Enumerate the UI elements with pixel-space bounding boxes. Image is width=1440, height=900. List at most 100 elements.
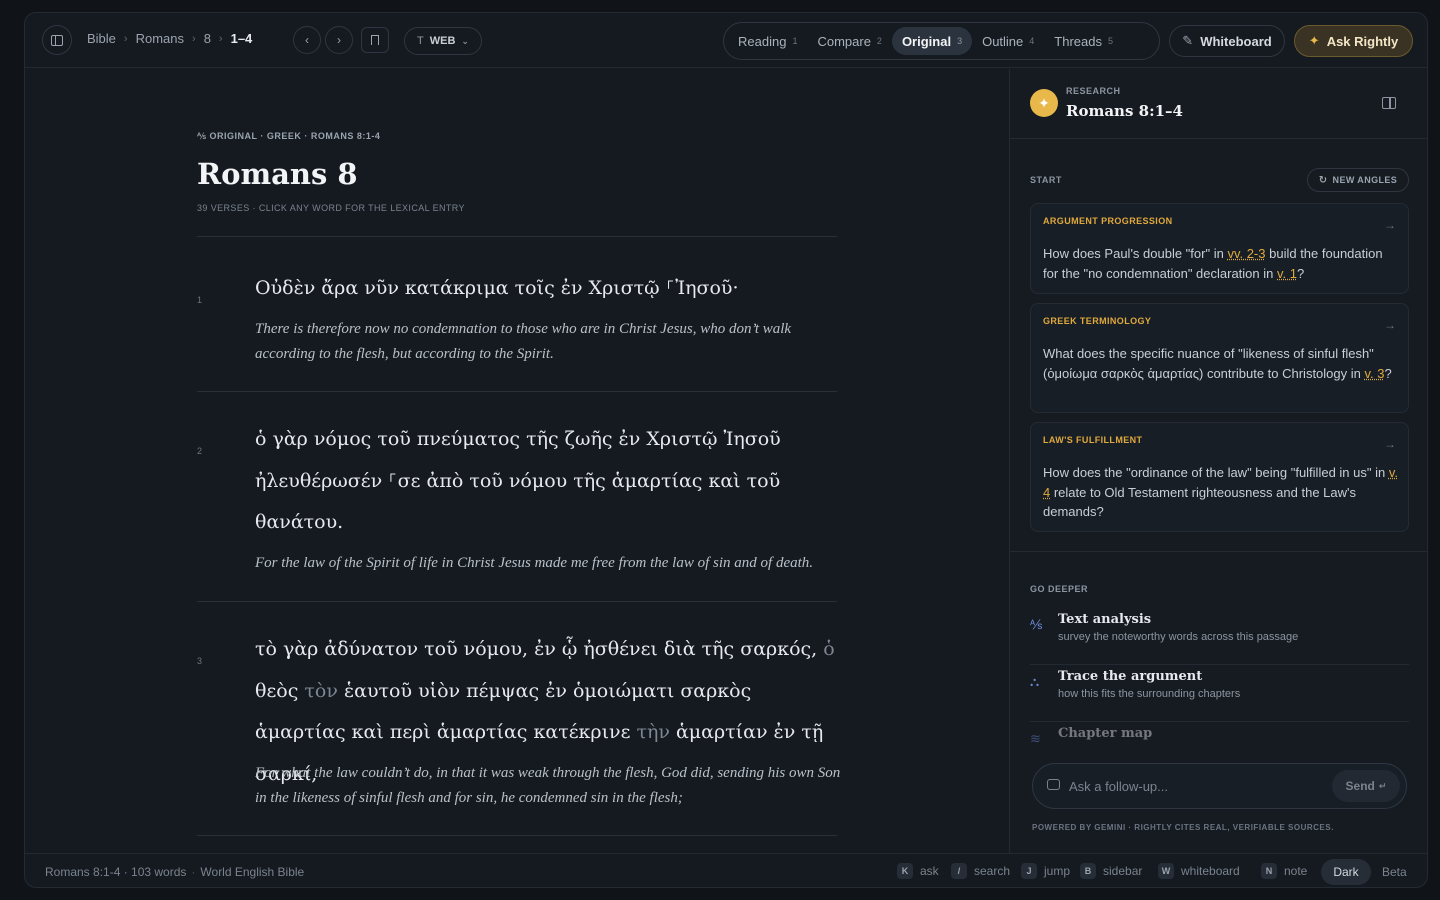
divider [1010, 551, 1427, 552]
verse-number: 1 [197, 295, 203, 305]
shortcut-note[interactable]: Nnote [1261, 863, 1307, 879]
translate-icon: ⅍ [197, 131, 207, 141]
new-angles-label: NEW ANGLES [1332, 175, 1398, 185]
status-bar: Romans 8:1-4 · 103 words · World English B… [25, 853, 1427, 887]
greek-article[interactable]: ὁ [823, 638, 834, 660]
shortcut-whiteboard[interactable]: Wwhiteboard [1158, 863, 1240, 879]
shortcut-search[interactable]: / search [951, 863, 1010, 879]
question-card[interactable]: LAW'S FULFILLMENT → How does the "ordina… [1030, 422, 1409, 532]
sparkle-icon: ✦ [1308, 33, 1320, 48]
tab-shortcut: 3 [957, 36, 963, 46]
sidebar-icon [51, 34, 63, 46]
tab-shortcut: 1 [792, 36, 798, 46]
greek-word-group[interactable]: θεὸς [255, 680, 304, 702]
deeper-item-text-analysis[interactable]: ⅍ Text analysis survey the noteworthy wo… [1030, 609, 1409, 665]
greek-verse-1[interactable]: Οὐδὲν ἄρα νῦν κατάκριμα τοῖς ἐν Χριστῷ ⸀… [255, 268, 845, 310]
shortcut-ask[interactable]: Kask [897, 863, 939, 879]
separator: · [191, 865, 196, 879]
tab-compare[interactable]: Compare 2 [807, 27, 891, 55]
tab-original[interactable]: Original 3 [891, 27, 973, 55]
shortcut-key: W [1158, 863, 1174, 879]
verse-ref-link[interactable]: v. 1 [1277, 266, 1297, 281]
shortcut-key: / [951, 863, 967, 879]
deeper-item-chapter-map[interactable]: ≋ Chapter map [1030, 723, 1409, 747]
deeper-desc: survey the noteworthy words across this … [1058, 631, 1299, 643]
chevron-down-icon: ⌄ [461, 35, 469, 46]
status-info: Romans 8:1-4 · 103 words · World English B… [45, 865, 304, 879]
previous-button[interactable]: ‹ [293, 26, 321, 54]
tab-label: Threads [1054, 33, 1102, 49]
question-card[interactable]: GREEK TERMINOLOGY → What does the specif… [1030, 303, 1409, 413]
shortcut-jump[interactable]: Jjump [1021, 863, 1070, 879]
verse-ref-link[interactable]: vv. 2-3 [1227, 246, 1265, 261]
chevron-right-icon: › [123, 32, 128, 45]
bookmark-button[interactable] [361, 27, 389, 53]
translation-select[interactable]: T WEB ⌄ [404, 27, 482, 55]
divider [197, 391, 837, 392]
card-label: ARGUMENT PROGRESSION [1043, 216, 1173, 226]
chevron-right-icon: › [337, 33, 341, 47]
beta-badge: Beta [1382, 865, 1407, 879]
refresh-icon: ↻ [1318, 174, 1328, 186]
send-button[interactable]: Send ↵ [1332, 770, 1400, 802]
deeper-title: Chapter map [1058, 726, 1153, 741]
arrow-right-icon: → [1384, 218, 1396, 232]
breadcrumb-chapter[interactable]: 8 [204, 31, 211, 46]
greek-verse-2[interactable]: ὁ γὰρ νόμος τοῦ πνεύματος τῆς ζωῆς ἐν Χρ… [255, 419, 845, 544]
card-text: How does Paul's double "for" in vv. 2-3 … [1043, 244, 1399, 283]
theme-toggle-button[interactable]: Dark [1321, 859, 1371, 885]
layers-icon: ≋ [1030, 731, 1041, 746]
breadcrumb: Bible › Romans › 8 › 1–4 [87, 31, 252, 46]
greek-article[interactable]: τὸν [304, 680, 338, 702]
card-text-part: What does the specific nuance of "likene… [1043, 346, 1374, 381]
tab-reading[interactable]: Reading 1 [728, 27, 807, 55]
sparkle-avatar-icon: ✦ [1030, 89, 1058, 117]
pencil-icon: ✎ [1182, 33, 1194, 48]
shortcut-label: ask [920, 864, 939, 878]
powered-by-note: POWERED BY GEMINI · RIGHTLY CITES REAL, … [1032, 823, 1334, 832]
chevron-left-icon: ‹ [305, 33, 309, 47]
research-sidebar: ✦ RESEARCH Romans 8:1–4 START ↻ NEW ANGL… [1009, 69, 1427, 853]
deeper-item-trace-argument[interactable]: ⛬ Trace the argument how this fits the s… [1030, 666, 1409, 722]
verse-ref-link[interactable]: v. 3 [1364, 366, 1384, 381]
greek-word-group[interactable]: τὸ γὰρ ἀδύνατον τοῦ νόμου, ἐν ᾧ ἠσθένει … [255, 638, 823, 660]
tab-shortcut: 2 [876, 36, 882, 46]
view-tabs: Reading 1 Compare 2 Original 3 Outline 4 Thr… [723, 22, 1160, 60]
app-window: Bible › Romans › 8 › 1–4 ‹ › T WEB ⌄ Rea… [24, 12, 1428, 888]
shortcut-label: sidebar [1103, 864, 1143, 878]
followup-input[interactable] [1069, 776, 1319, 796]
sidebar-toggle-button[interactable] [42, 25, 72, 55]
tab-threads[interactable]: Threads 5 [1044, 27, 1123, 55]
research-title: Romans 8:1–4 [1066, 102, 1183, 120]
card-label: GREEK TERMINOLOGY [1043, 316, 1152, 326]
breadcrumb-verses[interactable]: 1–4 [231, 31, 253, 46]
card-label: LAW'S FULFILLMENT [1043, 435, 1143, 445]
breadcrumb-book[interactable]: Romans [136, 31, 184, 46]
question-card[interactable]: ARGUMENT PROGRESSION → How does Paul's d… [1030, 203, 1409, 294]
breadcrumb-bible[interactable]: Bible [87, 31, 116, 46]
divider [197, 601, 837, 602]
version-name: World English Bible [200, 865, 305, 879]
tab-outline[interactable]: Outline 4 [972, 27, 1044, 55]
send-label: Send [1345, 779, 1375, 793]
card-text-part: relate to Old Testament righteousness an… [1043, 484, 1356, 520]
shortcut-key: J [1021, 863, 1037, 879]
shortcut-label: search [974, 864, 1011, 878]
whiteboard-label: Whiteboard [1200, 33, 1272, 49]
chevron-right-icon: › [218, 32, 223, 45]
shortcut-sidebar[interactable]: Bsidebar [1080, 863, 1142, 879]
kicker-text: ORIGINAL · GREEK · ROMANS 8:1-4 [209, 131, 381, 141]
divider [197, 835, 837, 836]
ask-label: Ask Rightly [1326, 33, 1399, 49]
card-text-part: How does the "ordinance of the law" bein… [1043, 465, 1389, 480]
ask-rightly-button[interactable]: ✦ Ask Rightly [1294, 25, 1413, 57]
go-deeper-label: GO DEEPER [1030, 584, 1089, 594]
shortcut-label: whiteboard [1181, 864, 1240, 878]
panel-toggle-icon[interactable] [1382, 97, 1396, 109]
divider [197, 236, 837, 237]
new-angles-button[interactable]: ↻ NEW ANGLES [1307, 168, 1409, 192]
next-button[interactable]: › [325, 26, 353, 54]
whiteboard-button[interactable]: ✎ Whiteboard [1169, 25, 1285, 57]
card-text-part: ? [1297, 265, 1305, 281]
greek-article[interactable]: τὴν [636, 721, 669, 743]
